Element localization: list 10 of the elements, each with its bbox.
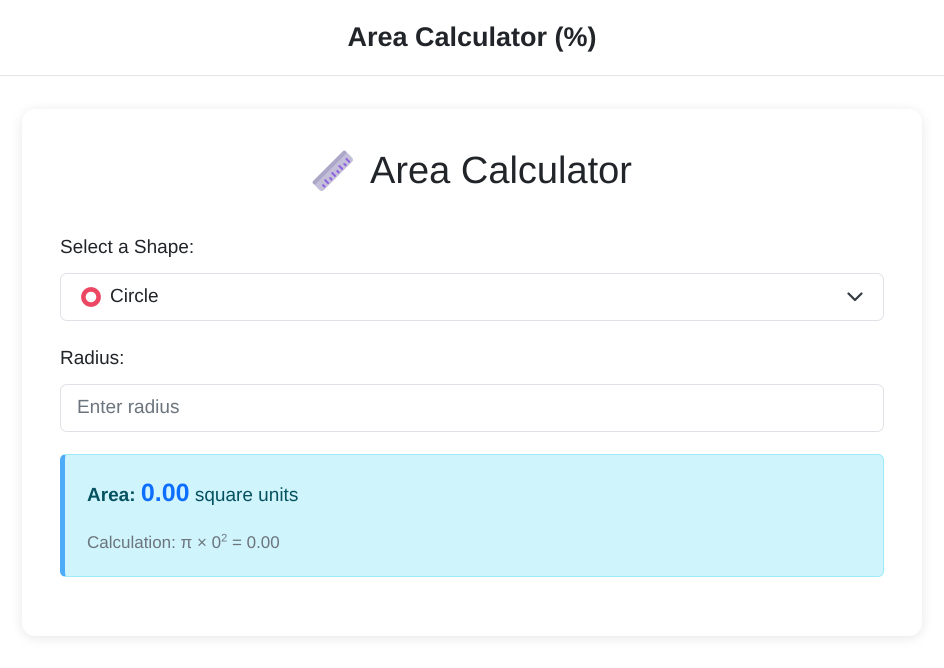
- field-label: Select a Shape:: [60, 236, 194, 260]
- card-heading: Area Calculator: [370, 149, 632, 193]
- calculation-text: Calculation: π × 0$^{2}$ = 0.00: [87, 532, 280, 554]
- area-result-text: Area: 0.00 square units: [87, 478, 298, 509]
- page-title: Area Calculator (%): [347, 22, 597, 53]
- shape-select[interactable]: Circle: [60, 273, 884, 321]
- ring-icon: [81, 287, 101, 307]
- field-label: Radius:: [60, 347, 124, 371]
- radius-input[interactable]: Enter radius: [60, 384, 884, 432]
- chevron-down-icon: [847, 292, 863, 302]
